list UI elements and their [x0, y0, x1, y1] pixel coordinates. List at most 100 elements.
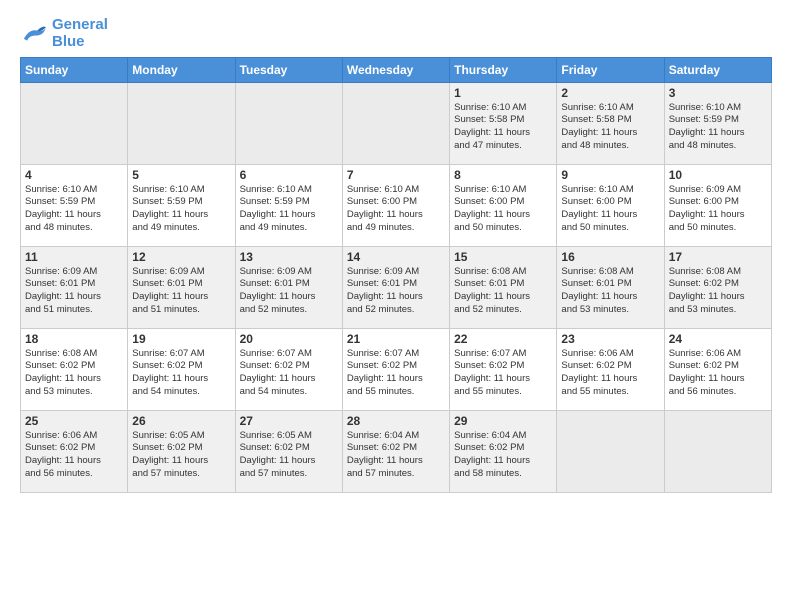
day-info: Sunrise: 6:10 AMSunset: 6:00 PMDaylight:… — [454, 184, 552, 235]
calendar-cell — [21, 82, 128, 164]
calendar-cell: 14 Sunrise: 6:09 AMSunset: 6:01 PMDayligh… — [342, 246, 449, 328]
calendar-cell: 8 Sunrise: 6:10 AMSunset: 6:00 PMDaylight… — [450, 164, 557, 246]
day-info: Sunrise: 6:10 AMSunset: 5:58 PMDaylight:… — [561, 102, 659, 153]
day-info: Sunrise: 6:09 AMSunset: 6:01 PMDaylight:… — [132, 266, 230, 317]
calendar-cell: 24 Sunrise: 6:06 AMSunset: 6:02 PMDayligh… — [664, 328, 771, 410]
day-info: Sunrise: 6:07 AMSunset: 6:02 PMDaylight:… — [347, 348, 445, 399]
day-number: 8 — [454, 168, 552, 182]
day-info: Sunrise: 6:06 AMSunset: 6:02 PMDaylight:… — [25, 430, 123, 481]
day-info: Sunrise: 6:08 AMSunset: 6:02 PMDaylight:… — [25, 348, 123, 399]
day-info: Sunrise: 6:07 AMSunset: 6:02 PMDaylight:… — [240, 348, 338, 399]
day-number: 5 — [132, 168, 230, 182]
calendar-cell: 6Sunrise: 6:10 AMSunset: 5:59 PMDaylight… — [235, 164, 342, 246]
day-info: Sunrise: 6:09 AMSunset: 6:01 PMDaylight:… — [347, 266, 445, 317]
day-number: 2 — [561, 86, 659, 100]
day-number: 21 — [347, 332, 445, 346]
calendar-cell: 15 Sunrise: 6:08 AMSunset: 6:01 PMDayligh… — [450, 246, 557, 328]
calendar-cell: 9 Sunrise: 6:10 AMSunset: 6:00 PMDaylight… — [557, 164, 664, 246]
day-number: 12 — [132, 250, 230, 264]
day-number: 17 — [669, 250, 767, 264]
day-number: 9 — [561, 168, 659, 182]
day-info: Sunrise: 6:10 AMSunset: 5:59 PMDaylight:… — [132, 184, 230, 235]
calendar-cell: 12 Sunrise: 6:09 AMSunset: 6:01 PMDayligh… — [128, 246, 235, 328]
calendar-cell — [235, 82, 342, 164]
day-info: Sunrise: 6:09 AMSunset: 6:01 PMDaylight:… — [25, 266, 123, 317]
day-number: 10 — [669, 168, 767, 182]
day-info: Sunrise: 6:06 AMSunset: 6:02 PMDaylight:… — [561, 348, 659, 399]
day-number: 27 — [240, 414, 338, 428]
day-info: Sunrise: 6:10 AMSunset: 6:00 PMDaylight:… — [347, 184, 445, 235]
day-number: 7 — [347, 168, 445, 182]
day-header-saturday: Saturday — [664, 57, 771, 82]
calendar-week-row: 1 Sunrise: 6:10 AMSunset: 5:58 PMDaylight… — [21, 82, 772, 164]
calendar-cell: 7 Sunrise: 6:10 AMSunset: 6:00 PMDaylight… — [342, 164, 449, 246]
calendar-cell: 21 Sunrise: 6:07 AMSunset: 6:02 PMDayligh… — [342, 328, 449, 410]
day-info: Sunrise: 6:05 AMSunset: 6:02 PMDaylight:… — [132, 430, 230, 481]
calendar-cell: 25 Sunrise: 6:06 AMSunset: 6:02 PMDayligh… — [21, 410, 128, 492]
day-header-friday: Friday — [557, 57, 664, 82]
day-number: 1 — [454, 86, 552, 100]
day-info: Sunrise: 6:10 AMSunset: 6:00 PMDaylight:… — [561, 184, 659, 235]
day-info: Sunrise: 6:08 AMSunset: 6:01 PMDaylight:… — [454, 266, 552, 317]
calendar-cell: 29 Sunrise: 6:04 AMSunset: 6:02 PMDayligh… — [450, 410, 557, 492]
day-number: 14 — [347, 250, 445, 264]
calendar-cell: 28Sunrise: 6:04 AMSunset: 6:02 PMDayligh… — [342, 410, 449, 492]
day-number: 4 — [25, 168, 123, 182]
day-number: 16 — [561, 250, 659, 264]
calendar-cell: 2 Sunrise: 6:10 AMSunset: 5:58 PMDaylight… — [557, 82, 664, 164]
calendar-cell: 10 Sunrise: 6:09 AMSunset: 6:00 PMDayligh… — [664, 164, 771, 246]
calendar-cell: 27Sunrise: 6:05 AMSunset: 6:02 PMDayligh… — [235, 410, 342, 492]
calendar-cell: 16 Sunrise: 6:08 AMSunset: 6:01 PMDayligh… — [557, 246, 664, 328]
page: General Blue SundayMondayTuesdayWednesda… — [0, 0, 792, 503]
day-info: Sunrise: 6:09 AMSunset: 6:01 PMDaylight:… — [240, 266, 338, 317]
calendar-cell — [664, 410, 771, 492]
calendar-cell — [557, 410, 664, 492]
calendar-cell: 22 Sunrise: 6:07 AMSunset: 6:02 PMDayligh… — [450, 328, 557, 410]
day-info: Sunrise: 6:10 AMSunset: 5:59 PMDaylight:… — [669, 102, 767, 153]
calendar-cell: 5 Sunrise: 6:10 AMSunset: 5:59 PMDaylight… — [128, 164, 235, 246]
calendar-cell: 23 Sunrise: 6:06 AMSunset: 6:02 PMDayligh… — [557, 328, 664, 410]
calendar-cell: 4 Sunrise: 6:10 AMSunset: 5:59 PMDaylight… — [21, 164, 128, 246]
day-number: 26 — [132, 414, 230, 428]
day-number: 20 — [240, 332, 338, 346]
calendar-cell: 26 Sunrise: 6:05 AMSunset: 6:02 PMDayligh… — [128, 410, 235, 492]
day-number: 11 — [25, 250, 123, 264]
calendar-cell: 3 Sunrise: 6:10 AMSunset: 5:59 PMDaylight… — [664, 82, 771, 164]
logo-text: General Blue — [52, 16, 108, 51]
day-info: Sunrise: 6:08 AMSunset: 6:01 PMDaylight:… — [561, 266, 659, 317]
day-number: 3 — [669, 86, 767, 100]
calendar-cell: 13 Sunrise: 6:09 AMSunset: 6:01 PMDayligh… — [235, 246, 342, 328]
day-number: 22 — [454, 332, 552, 346]
calendar-header-row: SundayMondayTuesdayWednesdayThursdayFrid… — [21, 57, 772, 82]
day-header-wednesday: Wednesday — [342, 57, 449, 82]
day-number: 6 — [240, 168, 338, 182]
calendar-cell: 19 Sunrise: 6:07 AMSunset: 6:02 PMDayligh… — [128, 328, 235, 410]
day-info: Sunrise: 6:07 AMSunset: 6:02 PMDaylight:… — [132, 348, 230, 399]
logo-icon — [20, 22, 48, 44]
day-info: Sunrise: 6:10 AMSunset: 5:59 PMDaylight:… — [25, 184, 123, 235]
calendar-cell: 20 Sunrise: 6:07 AMSunset: 6:02 PMDayligh… — [235, 328, 342, 410]
day-info: Sunrise: 6:10 AMSunset: 5:58 PMDaylight:… — [454, 102, 552, 153]
day-number: 15 — [454, 250, 552, 264]
day-number: 25 — [25, 414, 123, 428]
day-number: 23 — [561, 332, 659, 346]
calendar-cell: 17 Sunrise: 6:08 AMSunset: 6:02 PMDayligh… — [664, 246, 771, 328]
day-info: Sunrise: 6:09 AMSunset: 6:00 PMDaylight:… — [669, 184, 767, 235]
day-info: Sunrise: 6:04 AMSunset: 6:02 PMDaylight:… — [347, 430, 445, 481]
day-info: Sunrise: 6:06 AMSunset: 6:02 PMDaylight:… — [669, 348, 767, 399]
day-number: 24 — [669, 332, 767, 346]
day-number: 19 — [132, 332, 230, 346]
calendar-cell: 1 Sunrise: 6:10 AMSunset: 5:58 PMDaylight… — [450, 82, 557, 164]
day-header-sunday: Sunday — [21, 57, 128, 82]
day-info: Sunrise: 6:07 AMSunset: 6:02 PMDaylight:… — [454, 348, 552, 399]
calendar-cell — [128, 82, 235, 164]
day-number: 13 — [240, 250, 338, 264]
calendar-week-row: 18 Sunrise: 6:08 AMSunset: 6:02 PMDayligh… — [21, 328, 772, 410]
calendar-week-row: 25 Sunrise: 6:06 AMSunset: 6:02 PMDayligh… — [21, 410, 772, 492]
day-header-thursday: Thursday — [450, 57, 557, 82]
day-number: 18 — [25, 332, 123, 346]
day-info: Sunrise: 6:04 AMSunset: 6:02 PMDaylight:… — [454, 430, 552, 481]
day-info: Sunrise: 6:08 AMSunset: 6:02 PMDaylight:… — [669, 266, 767, 317]
day-number: 29 — [454, 414, 552, 428]
calendar-cell — [342, 82, 449, 164]
